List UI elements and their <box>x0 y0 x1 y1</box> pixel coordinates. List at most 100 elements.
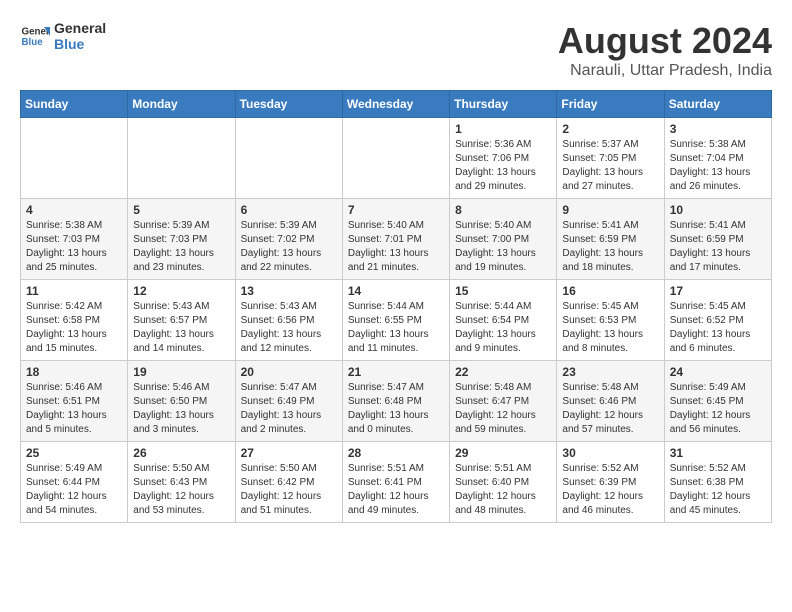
title-block: August 2024 Narauli, Uttar Pradesh, Indi… <box>558 20 772 80</box>
calendar-week-1: 1 Sunrise: 5:36 AMSunset: 7:06 PMDaylight… <box>21 118 772 199</box>
day-number: 25 <box>26 446 122 460</box>
calendar-cell: 27Sunrise: 5:50 AMSunset: 6:42 PMDayligh… <box>235 442 342 523</box>
calendar-cell: 10 Sunrise: 5:41 AMSunset: 6:59 PMDayligh… <box>664 199 771 280</box>
day-header-tuesday: Tuesday <box>235 91 342 118</box>
day-number: 10 <box>670 203 766 217</box>
day-number: 2 <box>562 122 658 136</box>
calendar-week-2: 4 Sunrise: 5:38 AMSunset: 7:03 PMDaylight… <box>21 199 772 280</box>
day-info: Sunrise: 5:42 AMSunset: 6:58 PMDaylight:… <box>26 300 122 356</box>
day-number: 8 <box>455 203 551 217</box>
day-info: Sunrise: 5:47 AMSunset: 6:49 PMDaylight:… <box>241 381 337 437</box>
day-info: Sunrise: 5:46 AMSunset: 6:50 PMDaylight:… <box>133 381 229 437</box>
calendar-cell: 1 Sunrise: 5:36 AMSunset: 7:06 PMDaylight… <box>450 118 557 199</box>
day-info: Sunrise: 5:41 AMSunset: 6:59 PMDaylight:… <box>562 219 658 275</box>
svg-text:Blue: Blue <box>22 37 44 48</box>
day-info: Sunrise: 5:39 AMSunset: 7:02 PMDaylight:… <box>241 219 337 275</box>
day-header-monday: Monday <box>128 91 235 118</box>
day-header-thursday: Thursday <box>450 91 557 118</box>
calendar-cell: 30 Sunrise: 5:52 AMSunset: 6:39 PMDayligh… <box>557 442 664 523</box>
calendar-cell: 6 Sunrise: 5:39 AMSunset: 7:02 PMDaylight… <box>235 199 342 280</box>
day-info: Sunrise: 5:51 AMSunset: 6:41 PMDaylight:… <box>348 462 444 518</box>
calendar: SundayMondayTuesdayWednesdayThursdayFrid… <box>20 90 772 523</box>
calendar-cell: 15Sunrise: 5:44 AMSunset: 6:54 PMDayligh… <box>450 280 557 361</box>
calendar-cell: 23Sunrise: 5:48 AMSunset: 6:46 PMDayligh… <box>557 361 664 442</box>
calendar-cell: 8 Sunrise: 5:40 AMSunset: 7:00 PMDaylight… <box>450 199 557 280</box>
day-info: Sunrise: 5:52 AMSunset: 6:38 PMDaylight:… <box>670 462 766 518</box>
calendar-cell: 2 Sunrise: 5:37 AMSunset: 7:05 PMDaylight… <box>557 118 664 199</box>
calendar-cell: 7Sunrise: 5:40 AMSunset: 7:01 PMDaylight… <box>342 199 449 280</box>
day-info: Sunrise: 5:37 AMSunset: 7:05 PMDaylight:… <box>562 138 658 194</box>
calendar-cell: 11Sunrise: 5:42 AMSunset: 6:58 PMDayligh… <box>21 280 128 361</box>
calendar-cell: 21 Sunrise: 5:47 AMSunset: 6:48 PMDayligh… <box>342 361 449 442</box>
day-header-friday: Friday <box>557 91 664 118</box>
day-number: 16 <box>562 284 658 298</box>
day-number: 15 <box>455 284 551 298</box>
day-number: 31 <box>670 446 766 460</box>
day-info: Sunrise: 5:49 AMSunset: 6:44 PMDaylight:… <box>26 462 122 518</box>
calendar-cell: 18Sunrise: 5:46 AMSunset: 6:51 PMDayligh… <box>21 361 128 442</box>
day-info: Sunrise: 5:40 AMSunset: 7:00 PMDaylight:… <box>455 219 551 275</box>
day-number: 1 <box>455 122 551 136</box>
calendar-cell: 17 Sunrise: 5:45 AMSunset: 6:52 PMDayligh… <box>664 280 771 361</box>
day-header-saturday: Saturday <box>664 91 771 118</box>
day-header-sunday: Sunday <box>21 91 128 118</box>
day-info: Sunrise: 5:36 AMSunset: 7:06 PMDaylight:… <box>455 138 551 194</box>
day-info: Sunrise: 5:41 AMSunset: 6:59 PMDaylight:… <box>670 219 766 275</box>
calendar-cell: 3 Sunrise: 5:38 AMSunset: 7:04 PMDaylight… <box>664 118 771 199</box>
day-info: Sunrise: 5:44 AMSunset: 6:55 PMDaylight:… <box>348 300 444 356</box>
calendar-cell: 14Sunrise: 5:44 AMSunset: 6:55 PMDayligh… <box>342 280 449 361</box>
day-number: 28 <box>348 446 444 460</box>
calendar-cell: 24 Sunrise: 5:49 AMSunset: 6:45 PMDayligh… <box>664 361 771 442</box>
calendar-week-3: 11Sunrise: 5:42 AMSunset: 6:58 PMDayligh… <box>21 280 772 361</box>
day-number: 27 <box>241 446 337 460</box>
day-info: Sunrise: 5:47 AMSunset: 6:48 PMDaylight:… <box>348 381 444 437</box>
calendar-cell <box>342 118 449 199</box>
calendar-week-4: 18Sunrise: 5:46 AMSunset: 6:51 PMDayligh… <box>21 361 772 442</box>
calendar-cell: 22Sunrise: 5:48 AMSunset: 6:47 PMDayligh… <box>450 361 557 442</box>
day-info: Sunrise: 5:38 AMSunset: 7:03 PMDaylight:… <box>26 219 122 275</box>
day-info: Sunrise: 5:45 AMSunset: 6:52 PMDaylight:… <box>670 300 766 356</box>
day-number: 24 <box>670 365 766 379</box>
day-number: 3 <box>670 122 766 136</box>
calendar-header-row: SundayMondayTuesdayWednesdayThursdayFrid… <box>21 91 772 118</box>
day-info: Sunrise: 5:39 AMSunset: 7:03 PMDaylight:… <box>133 219 229 275</box>
day-info: Sunrise: 5:43 AMSunset: 6:56 PMDaylight:… <box>241 300 337 356</box>
calendar-cell: 12 Sunrise: 5:43 AMSunset: 6:57 PMDayligh… <box>128 280 235 361</box>
day-info: Sunrise: 5:52 AMSunset: 6:39 PMDaylight:… <box>562 462 658 518</box>
day-number: 20 <box>241 365 337 379</box>
calendar-cell: 5 Sunrise: 5:39 AMSunset: 7:03 PMDaylight… <box>128 199 235 280</box>
day-number: 21 <box>348 365 444 379</box>
day-number: 13 <box>241 284 337 298</box>
logo-icon: General Blue <box>20 21 50 51</box>
day-info: Sunrise: 5:46 AMSunset: 6:51 PMDaylight:… <box>26 381 122 437</box>
calendar-cell: 29Sunrise: 5:51 AMSunset: 6:40 PMDayligh… <box>450 442 557 523</box>
day-number: 9 <box>562 203 658 217</box>
day-number: 6 <box>241 203 337 217</box>
day-number: 29 <box>455 446 551 460</box>
subtitle: Narauli, Uttar Pradesh, India <box>558 62 772 80</box>
day-info: Sunrise: 5:50 AMSunset: 6:43 PMDaylight:… <box>133 462 229 518</box>
day-number: 5 <box>133 203 229 217</box>
day-info: Sunrise: 5:43 AMSunset: 6:57 PMDaylight:… <box>133 300 229 356</box>
day-info: Sunrise: 5:49 AMSunset: 6:45 PMDaylight:… <box>670 381 766 437</box>
calendar-cell: 13 Sunrise: 5:43 AMSunset: 6:56 PMDayligh… <box>235 280 342 361</box>
day-number: 12 <box>133 284 229 298</box>
calendar-cell <box>21 118 128 199</box>
calendar-cell: 9 Sunrise: 5:41 AMSunset: 6:59 PMDaylight… <box>557 199 664 280</box>
day-info: Sunrise: 5:45 AMSunset: 6:53 PMDaylight:… <box>562 300 658 356</box>
calendar-cell <box>235 118 342 199</box>
calendar-cell: 4 Sunrise: 5:38 AMSunset: 7:03 PMDaylight… <box>21 199 128 280</box>
day-info: Sunrise: 5:38 AMSunset: 7:04 PMDaylight:… <box>670 138 766 194</box>
day-number: 4 <box>26 203 122 217</box>
calendar-cell: 31 Sunrise: 5:52 AMSunset: 6:38 PMDayligh… <box>664 442 771 523</box>
day-number: 30 <box>562 446 658 460</box>
main-title: August 2024 <box>558 20 772 62</box>
day-info: Sunrise: 5:48 AMSunset: 6:47 PMDaylight:… <box>455 381 551 437</box>
day-number: 19 <box>133 365 229 379</box>
header: General Blue General Blue August 2024 Na… <box>20 20 772 80</box>
day-info: Sunrise: 5:48 AMSunset: 6:46 PMDaylight:… <box>562 381 658 437</box>
day-header-wednesday: Wednesday <box>342 91 449 118</box>
day-number: 17 <box>670 284 766 298</box>
calendar-week-5: 25 Sunrise: 5:49 AMSunset: 6:44 PMDayligh… <box>21 442 772 523</box>
calendar-cell: 25 Sunrise: 5:49 AMSunset: 6:44 PMDayligh… <box>21 442 128 523</box>
